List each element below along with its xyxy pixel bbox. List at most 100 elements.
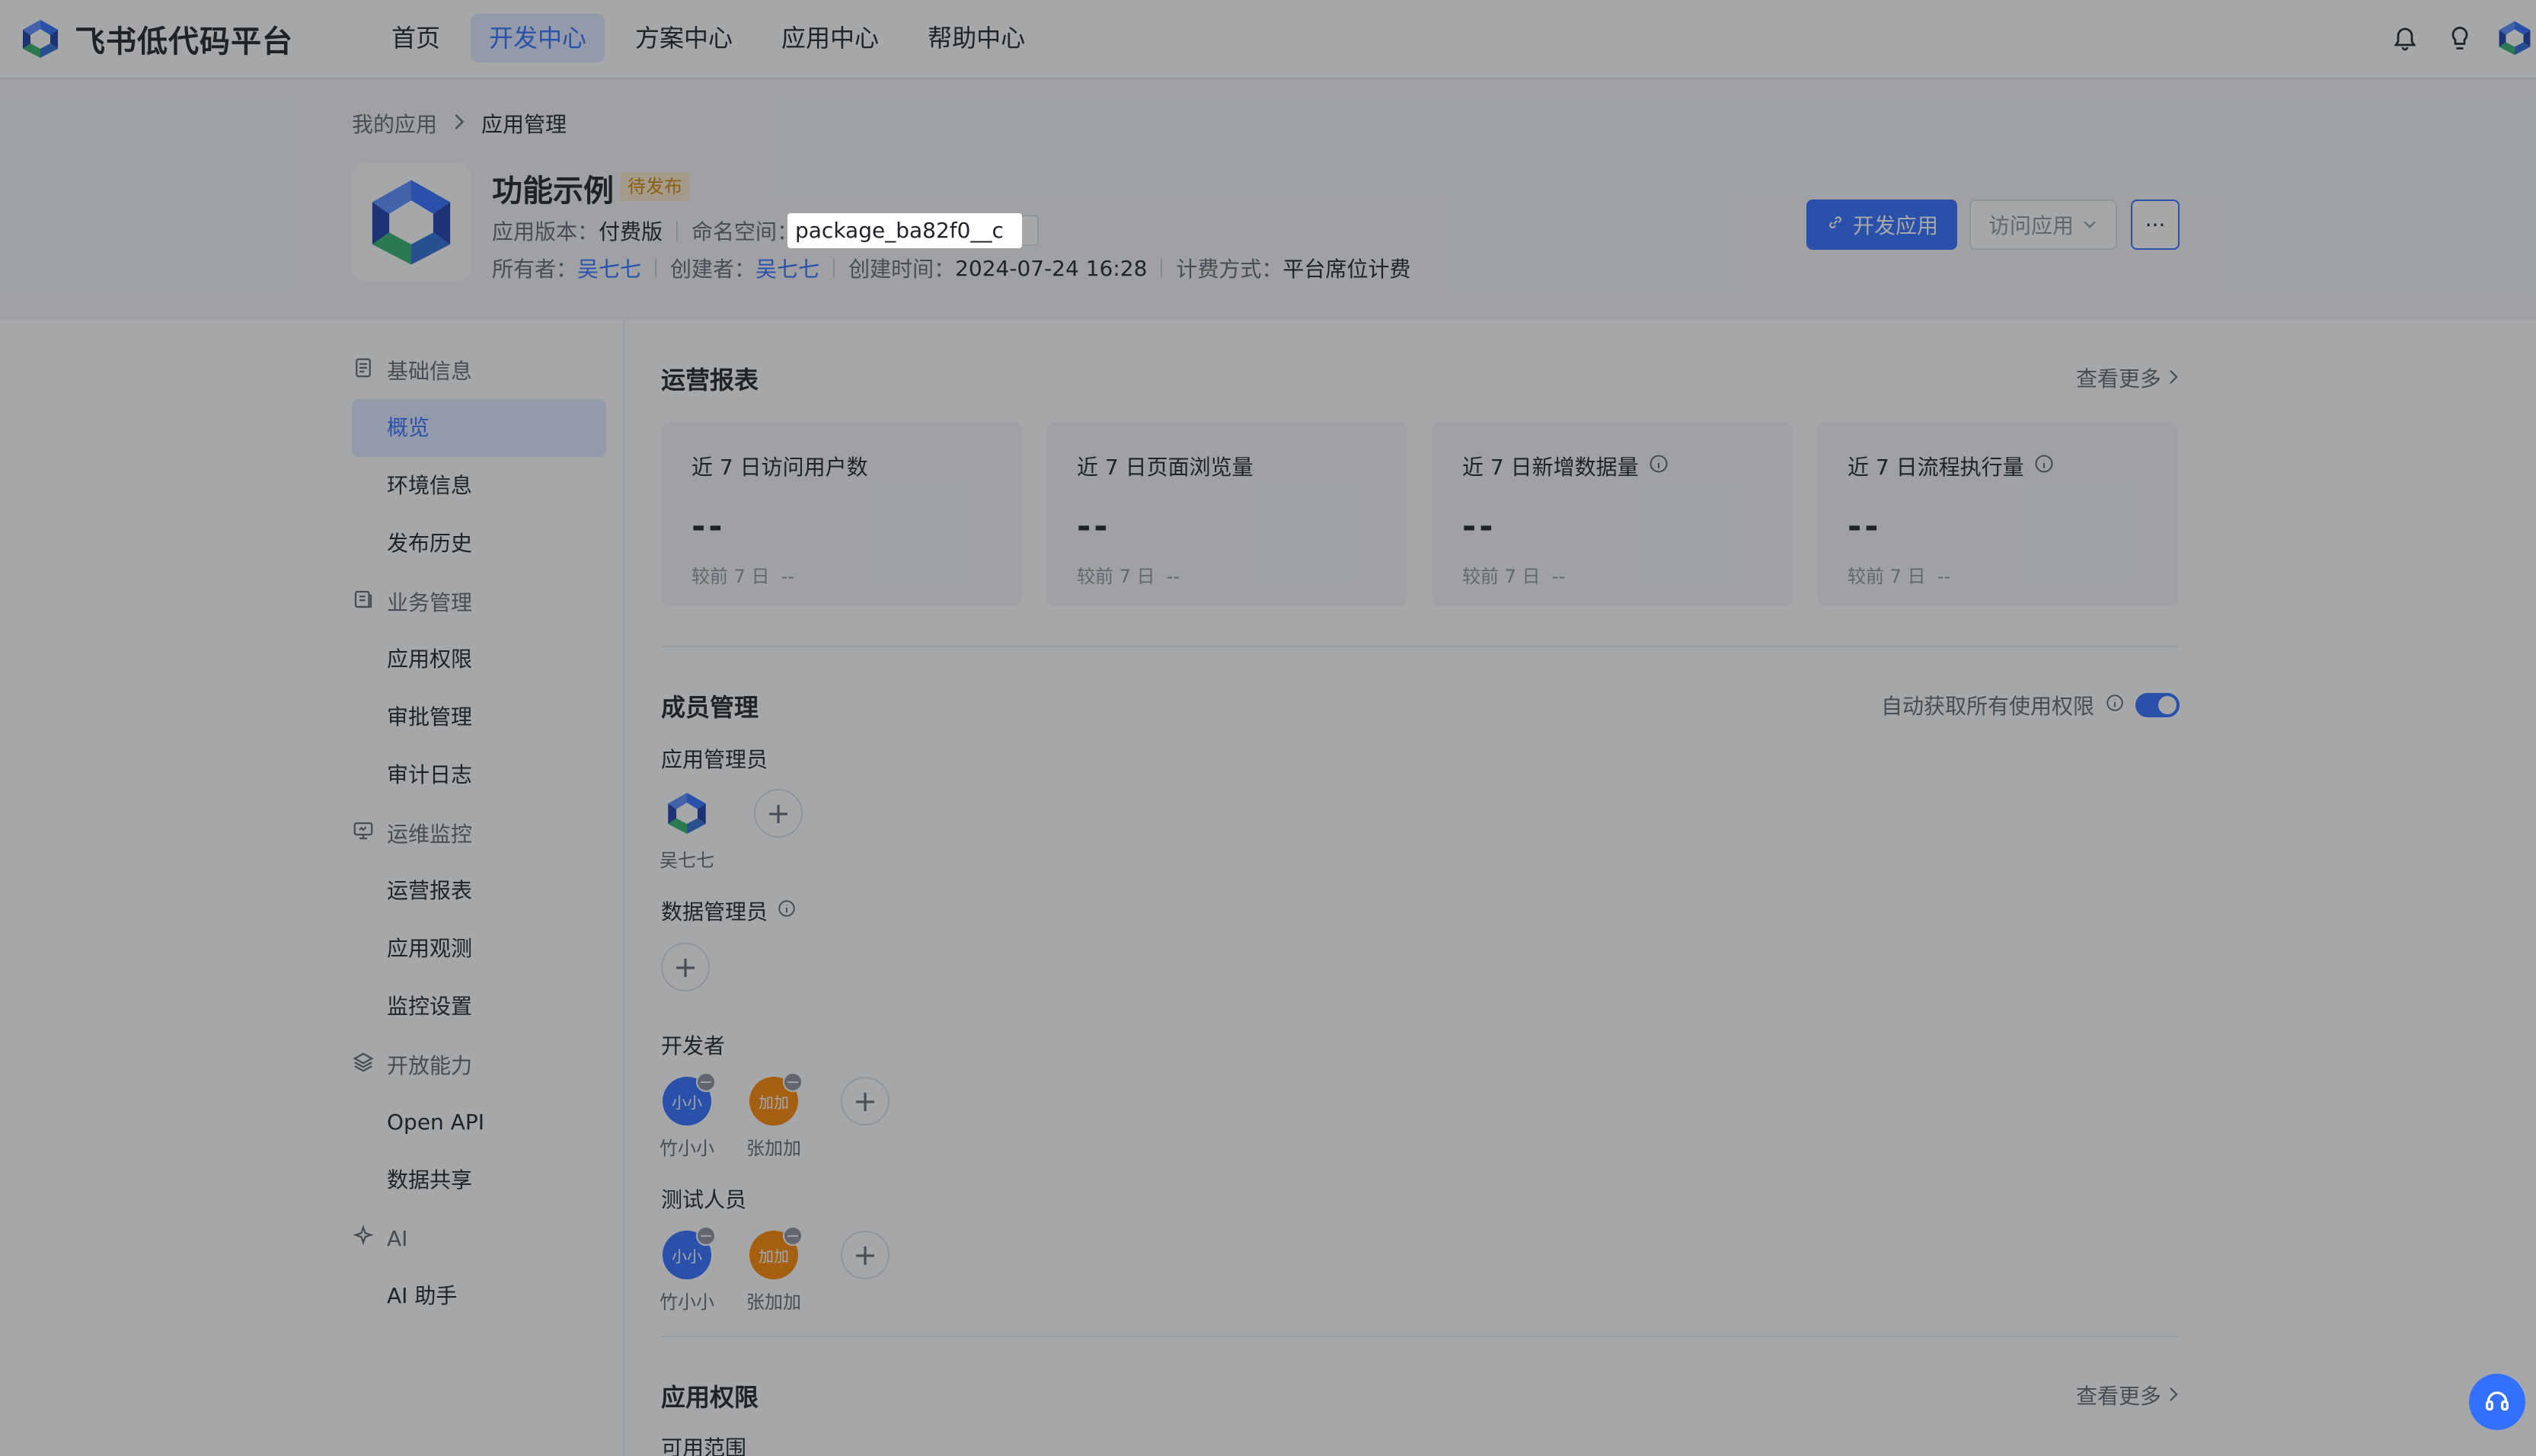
nav-app-center[interactable]: 应用中心 [763,14,897,62]
app-meta-row-2: 所有者： 吴七七 创建者： 吴七七 创建时间： 2024-07-24 16:28… [492,253,1410,283]
sparkle-icon [352,1224,375,1253]
sidebar-item-app-permission[interactable]: 应用权限 [352,631,606,688]
plus-icon: + [673,950,698,984]
member-name: 竹小小 [660,1138,714,1159]
app-admin-label: 应用管理员 [661,743,768,774]
avatar [663,789,711,838]
stat-value: -- [691,507,726,546]
developer-label-text: 开发者 [661,1033,726,1058]
lightbulb-icon[interactable] [2439,17,2481,59]
stat-compare-value: -- [1551,566,1566,587]
add-developer-button[interactable]: + [841,1077,890,1126]
platform-logo[interactable] [20,18,61,59]
stat-title-text: 近 7 日新增数据量 [1462,455,1639,480]
sidebar-group-label: AI [387,1225,408,1251]
nav-dev-center[interactable]: 开发中心 [471,14,605,62]
permission-see-more-link[interactable]: 查看更多 [2076,1380,2180,1410]
add-tester-button[interactable]: + [841,1231,890,1279]
sidebar-item-data-share[interactable]: 数据共享 [352,1151,606,1209]
meta-divider [676,220,679,241]
nav-solution-center[interactable]: 方案中心 [617,14,751,62]
stat-title: 近 7 日页面浏览量 [1077,451,1377,481]
chevron-down-icon [2081,212,2098,238]
namespace-label: 命名空间： [691,219,799,244]
tester-label: 测试人员 [661,1183,746,1214]
briefcase-icon [352,588,375,616]
stat-card-new-data: 近 7 日新增数据量 -- 较前 7 日 -- [1432,422,1793,606]
member-tester[interactable]: 小小 − 竹小小 [656,1226,717,1314]
auto-permission-toggle[interactable] [2135,693,2180,717]
auto-permission-label: 自动获取所有使用权限 [1880,694,2094,719]
avatar-text: 加加 [759,1247,789,1266]
nav-help-center[interactable]: 帮助中心 [909,14,1043,62]
add-app-admin-button[interactable]: + [754,789,803,838]
report-see-more-link[interactable]: 查看更多 [2076,362,2180,393]
data-admin-label: 数据管理员 [661,896,797,926]
avatar: 加加 − [749,1072,803,1126]
sidebar-item-environment[interactable]: 环境信息 [352,457,606,515]
breadcrumb-parent[interactable]: 我的应用 [352,108,437,139]
top-bar: 飞书低代码平台 首页 开发中心 方案中心 应用中心 帮助中心 [0,0,2536,79]
info-icon[interactable] [1648,453,1669,480]
help-float-button[interactable] [2469,1374,2525,1430]
remove-icon[interactable]: − [696,1072,716,1092]
member-tester[interactable]: 加加 − 张加加 [743,1226,804,1314]
remove-icon[interactable]: − [783,1226,803,1246]
avatar-text: 小小 [672,1093,702,1112]
remove-icon[interactable]: − [783,1072,803,1092]
version-value: 付费版 [599,219,663,244]
app-icon [352,163,471,282]
member-developer[interactable]: 小小 − 竹小小 [656,1072,717,1160]
members-section-title: 成员管理 [661,693,759,722]
sidebar-item-monitor-settings[interactable]: 监控设置 [352,978,606,1036]
stat-compare-label: 较前 7 日 [1077,566,1155,587]
info-icon[interactable] [777,899,797,924]
auto-permission-row: 自动获取所有使用权限 [1881,690,2180,720]
developer-label: 开发者 [661,1030,725,1060]
sidebar-item-overview[interactable]: 概览 [352,399,606,457]
sidebar-item-audit-log[interactable]: 审计日志 [352,746,606,804]
section-divider [661,646,2180,647]
stat-title: 近 7 日流程执行量 [1848,451,2148,481]
stat-compare: 较前 7 日 -- [691,561,992,588]
see-more-label: 查看更多 [2075,1384,2161,1409]
sidebar-item-publish-history[interactable]: 发布历史 [352,515,606,573]
stat-compare-value: -- [1937,566,1951,587]
stat-value: -- [1077,507,1111,546]
stat-title: 近 7 日新增数据量 [1462,451,1762,481]
created-value: 2024-07-24 16:28 [955,255,1148,281]
see-more-label: 查看更多 [2075,366,2161,391]
sidebar-group-label: 开放能力 [387,1053,473,1078]
info-icon[interactable] [2105,693,2125,718]
bell-icon[interactable] [2384,17,2426,59]
sidebar-group-label: 基础信息 [387,359,473,384]
nav-home[interactable]: 首页 [373,14,458,62]
develop-app-button[interactable]: 开发应用 [1806,200,1957,250]
sidebar-item-report[interactable]: 运营报表 [352,862,606,920]
sidebar-item-approval[interactable]: 审批管理 [352,688,606,746]
sidebar-item-ai-assistant[interactable]: AI 助手 [352,1267,606,1325]
info-icon[interactable] [2033,453,2055,480]
owner-link[interactable]: 吴七七 [577,253,641,283]
visit-app-button[interactable]: 访问应用 [1969,200,2117,250]
member-name: 张加加 [746,1138,801,1159]
remove-icon[interactable]: − [696,1226,716,1246]
user-avatar[interactable] [2493,17,2536,59]
sidebar-item-observe[interactable]: 应用观测 [352,920,606,978]
meta-divider [833,258,835,278]
stat-compare-value: -- [1166,566,1180,587]
meta-divider [655,258,657,278]
avatar: 小小 − [663,1072,716,1126]
sidebar-item-open-api[interactable]: Open API [352,1094,606,1151]
breadcrumb-current: 应用管理 [481,112,567,137]
member-app-admin[interactable]: 吴七七 [656,789,717,872]
add-data-admin-button[interactable]: + [661,943,710,991]
link-icon [1825,212,1845,238]
member-developer[interactable]: 加加 − 张加加 [743,1072,804,1160]
plus-icon: + [766,797,791,830]
stat-title-text: 近 7 日流程执行量 [1848,455,2024,480]
creator-link[interactable]: 吴七七 [755,253,819,283]
app-admin-label-text: 应用管理员 [661,747,768,772]
more-actions-button[interactable]: ··· [2131,200,2180,250]
layers-icon [352,1051,375,1079]
